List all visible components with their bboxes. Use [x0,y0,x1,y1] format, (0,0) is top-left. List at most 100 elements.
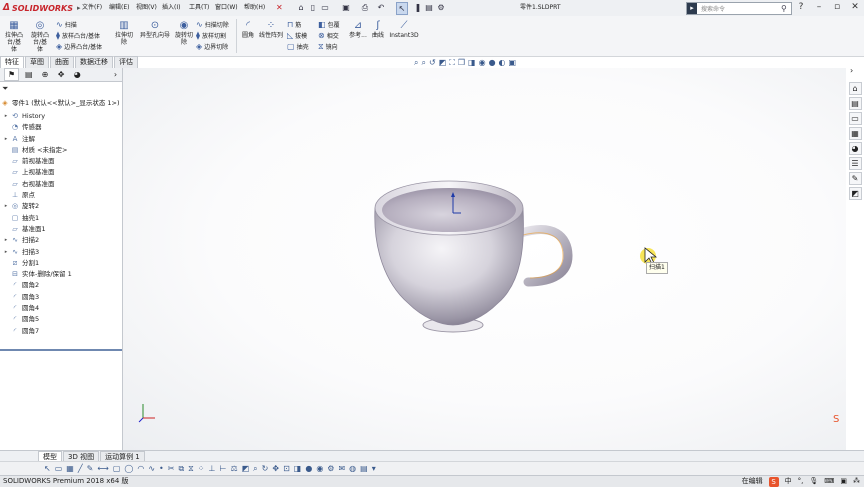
rib-button[interactable]: ⊓ 筋 [287,19,319,30]
menu-file[interactable]: 文件(F) [82,2,102,14]
normal-to-icon[interactable]: ⊡ [283,464,290,473]
more-icon[interactable]: ▾ [372,464,376,473]
ime-mic-icon[interactable]: 🎙 [809,476,818,487]
linear-pattern-button[interactable]: ⁘ 线性阵列 [258,20,284,39]
tree-root[interactable]: ◈ 零件1 (默认<<默认>_显示状态 1>) [0,98,122,109]
tree-node[interactable]: ▸ ∿ 扫描2 [0,235,122,246]
mirror-button[interactable]: ⧖ 镜向 [318,41,350,52]
tree-node[interactable]: ◔ 传感器 [0,122,122,133]
ime-settings-icon[interactable]: ⁂ [853,476,860,487]
pattern-icon[interactable]: ⁘ [198,464,205,473]
minimize-button[interactable]: – [812,1,826,14]
solidworks-logo[interactable]: ᐃ SOLIDWORKS ▸ [3,2,81,14]
search-icon[interactable]: ⚲ [781,4,791,13]
close-button[interactable]: ✕ [848,1,862,14]
tab-features[interactable]: 特征 [0,56,24,68]
hole-wizard-button[interactable]: ⊙ 异型孔向导 [138,20,172,39]
tab-surfaces[interactable]: 曲面 [50,56,74,68]
view-orientation-icon[interactable]: ❒ [458,58,465,68]
menu-help[interactable]: 帮助(H) [244,2,265,14]
sketch-icon[interactable]: ✎ [87,464,94,473]
tree-node[interactable]: ◜ 圆角3 [0,292,122,303]
expand-arrow-icon[interactable]: ▸ [2,134,10,145]
tree-node[interactable]: ▢ 抽壳1 [0,213,122,224]
save-icon[interactable]: ▣ [341,2,351,13]
hide-show-icon[interactable]: ◉ [316,464,323,473]
expand-arrow-icon[interactable]: ▸ [2,235,10,246]
forum-icon[interactable]: ✎ [848,172,862,185]
fillet-button[interactable]: ◜ 圆角 [240,20,256,39]
relations-icon[interactable]: ⊥ [209,464,216,473]
boundary-boss-button[interactable]: ◈ 边界凸台/基体 [56,41,112,52]
edit-appearance-icon[interactable]: ● [489,58,496,68]
tree-node[interactable]: ◜ 圆角7 [0,326,122,337]
restore-button[interactable]: ▫ [830,1,844,14]
section-icon[interactable]: ◩ [242,464,250,473]
tab-sketch[interactable]: 草图 [25,56,49,68]
tree-node[interactable]: ⧄ 分割1 [0,258,122,269]
tree-node[interactable]: ▸ ∿ 扫描3 [0,247,122,258]
home-icon[interactable]: ⌂ [296,2,306,13]
zoom-icon[interactable]: ⌕ [253,464,257,474]
ime-punctuation-icon[interactable]: °, [798,476,804,487]
reference-geometry-button[interactable]: ⊿ 参考... [348,20,368,39]
display-icon[interactable]: ◨ [294,464,302,473]
view-palette-icon[interactable]: ▦ [848,127,862,140]
panel-expand-icon[interactable]: › [109,69,122,80]
rectangle-icon[interactable]: ▢ [113,464,121,473]
search-box[interactable]: ▸ 搜索命令 ⚲ [686,2,792,15]
shell-button[interactable]: ▢ 抽壳 [287,41,319,52]
design-library-icon[interactable]: ▤ [848,97,862,110]
menu-view[interactable]: 视图(V) [136,2,157,14]
view-settings-icon[interactable]: ▣ [509,58,517,68]
dimxpert-tab-icon[interactable]: ✥ [55,69,68,80]
tree-node[interactable]: ▸ A 注解 [0,134,122,145]
offset-icon[interactable]: ⧉ [178,464,184,474]
display-manager-tab-icon[interactable]: ◕ [71,69,84,80]
panel-splitter[interactable] [0,349,122,351]
line-icon[interactable]: ╱ [78,464,83,473]
tree-node[interactable]: ▱ 右视基准面 [0,179,122,190]
expand-arrow-icon[interactable]: ▸ [2,201,10,212]
graphics-area[interactable]: S 扫描1 [123,68,846,450]
property-tab-icon[interactable]: ◩ [848,187,862,200]
select-icon[interactable]: ↖ [396,2,408,15]
tab-data-migration[interactable]: 数据迁移 [75,56,113,68]
draft-button[interactable]: ◺ 拔模 [287,30,319,41]
curves-button[interactable]: ʃ 曲线 [370,20,386,39]
extrude-cut-button[interactable]: ▥ 拉伸切 除 [114,20,134,46]
undo-icon[interactable]: ↶ [376,2,386,13]
menu-window[interactable]: 窗口(W) [215,2,238,14]
point-icon[interactable]: • [159,464,164,473]
expand-arrow-icon[interactable]: ▸ [2,111,10,122]
property-manager-tab-icon[interactable]: ▤ [22,69,35,80]
tab-evaluate[interactable]: 评估 [114,56,138,68]
table-icon[interactable]: ▤ [360,464,368,473]
cup-model[interactable] [374,180,573,333]
solidworks-resources-icon[interactable]: ⌂ [848,82,862,95]
pan-icon[interactable]: ✥ [272,464,279,473]
ime-logo[interactable]: S [768,476,779,487]
previous-view-icon[interactable]: ↺ [429,58,436,68]
expand-arrow-icon[interactable]: ▸ [2,247,10,258]
configuration-manager-tab-icon[interactable]: ⊕ [38,69,51,80]
ime-mode[interactable]: 中 [785,476,792,487]
intersect-button[interactable]: ⊗ 相交 [318,30,350,41]
file-explorer-icon[interactable]: ▭ [848,112,862,125]
open-icon[interactable]: ▭ [320,2,330,13]
revolve-boss-button[interactable]: ◎ 旋转凸 台/基体 [30,20,50,53]
print-icon[interactable]: ⎙ [360,2,370,13]
tree-node[interactable]: ◜ 圆角5 [0,314,122,325]
grid-icon[interactable]: ▦ [66,464,74,473]
hide-show-items-icon[interactable]: ◉ [479,58,486,68]
filter-icon[interactable]: ⏷ [2,84,8,94]
tree-node[interactable]: ⊟ 实体-删除/保留 1 [0,269,122,280]
balloon-icon[interactable]: ◍ [349,464,356,473]
file-properties-icon[interactable]: ▤ [424,2,434,13]
tree-node[interactable]: ▱ 上视基准面 [0,167,122,178]
appearances-icon[interactable]: ◕ [848,142,862,155]
extrude-boss-button[interactable]: ▦ 拉伸凸 台/基体 [4,20,24,53]
pin-icon[interactable]: ✕ [276,2,283,14]
options-gear-icon[interactable]: ⚙ [436,2,446,13]
revolve-cut-button[interactable]: ◉ 旋转切 除 [174,20,194,46]
